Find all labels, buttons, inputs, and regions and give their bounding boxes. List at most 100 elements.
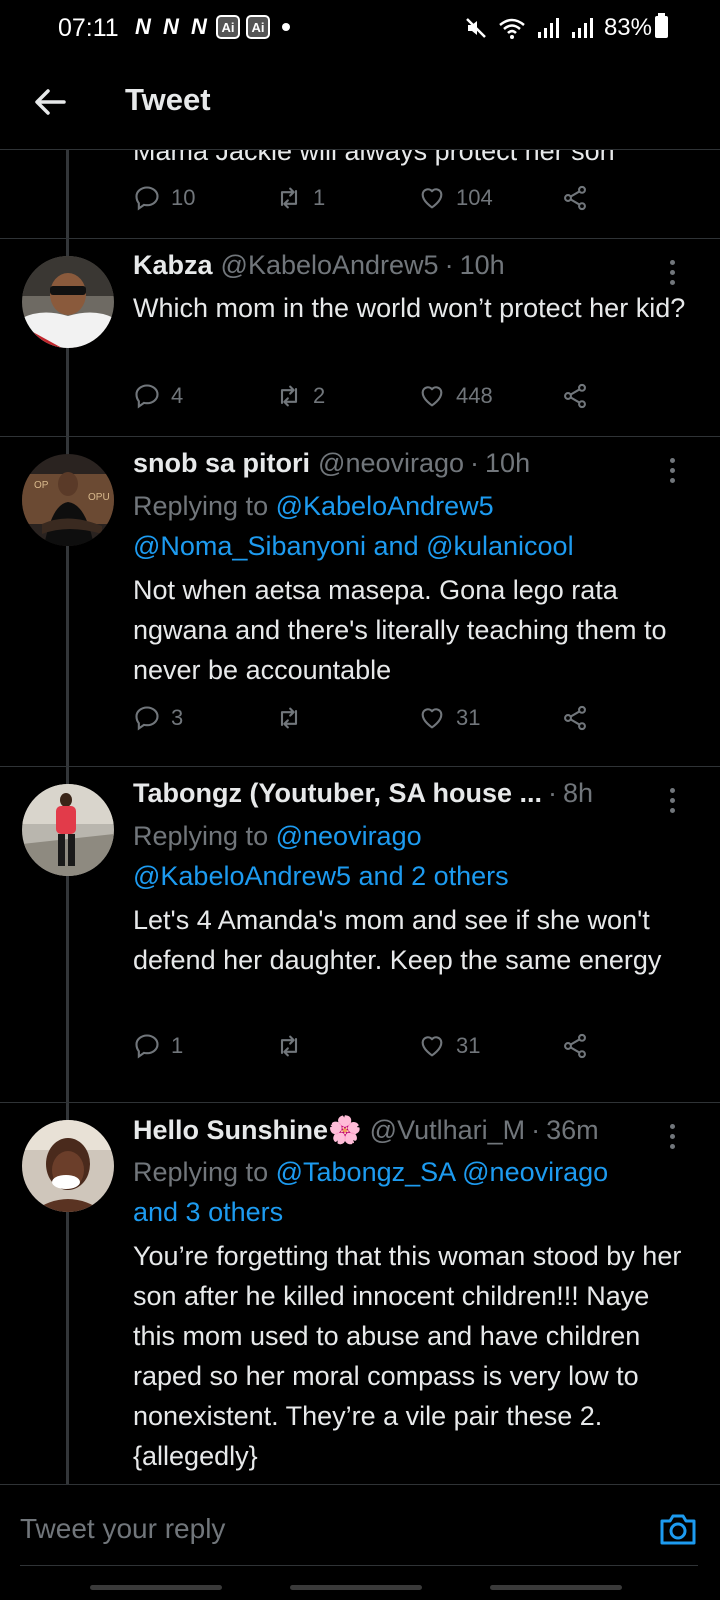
divider bbox=[0, 238, 720, 239]
divider bbox=[0, 766, 720, 767]
reply-count: 4 bbox=[171, 383, 184, 408]
separator-dot: · bbox=[548, 778, 557, 808]
reply-count: 1 bbox=[171, 1033, 184, 1058]
user-handle[interactable]: @Vutlhari_M bbox=[370, 1115, 525, 1146]
mention-link[interactable]: and 3 others bbox=[133, 1197, 283, 1227]
like-count: 448 bbox=[456, 383, 493, 408]
top-app-bar: Tweet bbox=[0, 56, 720, 150]
replying-to: Replying to @KabeloAndrew5 @Noma_Sibanyo… bbox=[133, 486, 693, 566]
mention-link[interactable]: @KabeloAndrew5 bbox=[276, 491, 494, 521]
display-name[interactable]: Hello Sunshine🌸 bbox=[133, 1114, 362, 1146]
reply-button[interactable]: 4 bbox=[133, 382, 183, 410]
more-options-icon[interactable] bbox=[668, 458, 676, 483]
share-icon bbox=[564, 185, 586, 211]
reply-count: 10 bbox=[171, 185, 196, 210]
mention-link[interactable]: @KabeloAndrew5 and 2 others bbox=[133, 861, 509, 891]
svg-text:OP: OP bbox=[34, 480, 49, 491]
user-handle[interactable]: @KabeloAndrew5 bbox=[221, 250, 439, 281]
reply-button[interactable]: 10 bbox=[133, 184, 195, 212]
retweet-button[interactable] bbox=[275, 1032, 313, 1060]
like-button[interactable]: 104 bbox=[418, 184, 493, 212]
reply-composer bbox=[0, 1484, 720, 1600]
signal-icon bbox=[537, 18, 559, 38]
like-button[interactable]: 31 bbox=[418, 704, 480, 732]
more-options-icon[interactable] bbox=[668, 1124, 676, 1149]
share-button[interactable] bbox=[561, 1032, 589, 1060]
tweet-header: Kabza @KabeloAndrew5 · 10h bbox=[133, 250, 505, 281]
tweet-time: 36m bbox=[546, 1115, 599, 1145]
like-button[interactable]: 448 bbox=[418, 382, 493, 410]
more-options-icon[interactable] bbox=[668, 788, 676, 813]
status-time: 07:11 bbox=[58, 14, 119, 42]
avatar[interactable] bbox=[22, 784, 114, 876]
retweet-icon bbox=[280, 187, 298, 209]
separator-dot: · bbox=[470, 448, 480, 478]
reply-icon bbox=[135, 1034, 159, 1059]
replying-to-label: Replying to bbox=[133, 821, 269, 851]
nav-home[interactable] bbox=[290, 1585, 422, 1590]
camera-icon[interactable] bbox=[658, 1511, 698, 1547]
share-button[interactable] bbox=[561, 382, 589, 410]
like-button[interactable]: 31 bbox=[418, 1032, 480, 1060]
nav-back[interactable] bbox=[490, 1585, 622, 1590]
input-underline bbox=[20, 1565, 698, 1566]
display-name[interactable]: Kabza bbox=[133, 250, 213, 281]
tweet-text: Mama Jackie will always protect her son bbox=[133, 150, 615, 166]
reply-button[interactable]: 1 bbox=[133, 1032, 183, 1060]
reply-icon bbox=[135, 186, 159, 211]
tweet-header: Hello Sunshine🌸 @Vutlhari_M · 36m bbox=[133, 1114, 599, 1146]
avatar[interactable] bbox=[22, 1120, 114, 1212]
tweet-time: 10h bbox=[485, 448, 531, 478]
share-icon bbox=[564, 383, 586, 409]
reply-icon bbox=[135, 706, 159, 731]
reply-button[interactable]: 3 bbox=[133, 704, 183, 732]
tweet-text: Not when aetsa masepa. Gona lego rata ng… bbox=[133, 575, 667, 685]
wifi-icon bbox=[499, 18, 525, 39]
retweet-count: 2 bbox=[313, 383, 326, 408]
replying-to: Replying to @neovirago @KabeloAndrew5 an… bbox=[133, 816, 693, 896]
system-icons: 83% bbox=[464, 14, 652, 42]
avatar[interactable] bbox=[22, 256, 114, 348]
avatar[interactable]: OP OPU bbox=[22, 454, 114, 546]
separator-dot: · bbox=[444, 250, 454, 280]
share-button[interactable] bbox=[561, 704, 589, 732]
display-name[interactable]: snob sa pitori bbox=[133, 448, 310, 479]
status-bar: 07:11 N N N Ai Ai 83% bbox=[0, 0, 720, 56]
like-count: 31 bbox=[456, 1033, 481, 1058]
mention-link[interactable]: @Tabongz_SA @neovirago bbox=[276, 1157, 609, 1187]
retweet-button[interactable] bbox=[275, 704, 313, 732]
tweet-actions: 4 2 448 bbox=[133, 382, 613, 418]
more-options-icon[interactable] bbox=[668, 260, 676, 285]
retweet-icon bbox=[280, 385, 298, 407]
divider bbox=[0, 1102, 720, 1103]
mention-link[interactable]: @Noma_Sibanyoni and @kulanicool bbox=[133, 531, 574, 561]
tweet-text: You’re forgetting that this woman stood … bbox=[133, 1241, 682, 1471]
retweet-button[interactable]: 2 bbox=[275, 382, 325, 410]
tweet-actions: 1 31 bbox=[133, 1032, 613, 1068]
ai-app-icon: Ai bbox=[246, 15, 270, 39]
signal-icon bbox=[571, 18, 593, 38]
tweet-text: Which mom in the world won’t protect her… bbox=[133, 293, 686, 323]
nav-recent-apps[interactable] bbox=[90, 1585, 222, 1590]
divider bbox=[0, 436, 720, 437]
heart-icon bbox=[421, 1036, 443, 1057]
back-arrow-icon[interactable] bbox=[30, 82, 70, 122]
replying-to-label: Replying to bbox=[133, 1157, 269, 1187]
page-title: Tweet bbox=[125, 82, 211, 117]
share-button[interactable] bbox=[561, 184, 589, 212]
retweet-button[interactable]: 1 bbox=[275, 184, 325, 212]
tweet-actions: 10 1 104 bbox=[133, 184, 613, 220]
share-icon bbox=[564, 705, 586, 731]
like-count: 31 bbox=[456, 705, 481, 730]
reply-input[interactable] bbox=[20, 1507, 620, 1551]
netflix-notification-icon: N bbox=[191, 14, 207, 39]
more-notifications-dot-icon bbox=[282, 23, 290, 31]
retweet-count: 1 bbox=[313, 185, 326, 210]
display-name[interactable]: Tabongz (Youtuber, SA house ... bbox=[133, 778, 542, 809]
retweet-icon bbox=[280, 1035, 298, 1057]
conversation-feed[interactable]: Mama Jackie will always protect her son … bbox=[0, 150, 720, 1484]
mention-link[interactable]: @neovirago bbox=[276, 821, 422, 851]
user-handle[interactable]: @neovirago bbox=[318, 448, 464, 479]
notification-icons: N N N Ai Ai bbox=[132, 14, 290, 40]
tweet-header: snob sa pitori @neovirago · 10h bbox=[133, 448, 530, 479]
